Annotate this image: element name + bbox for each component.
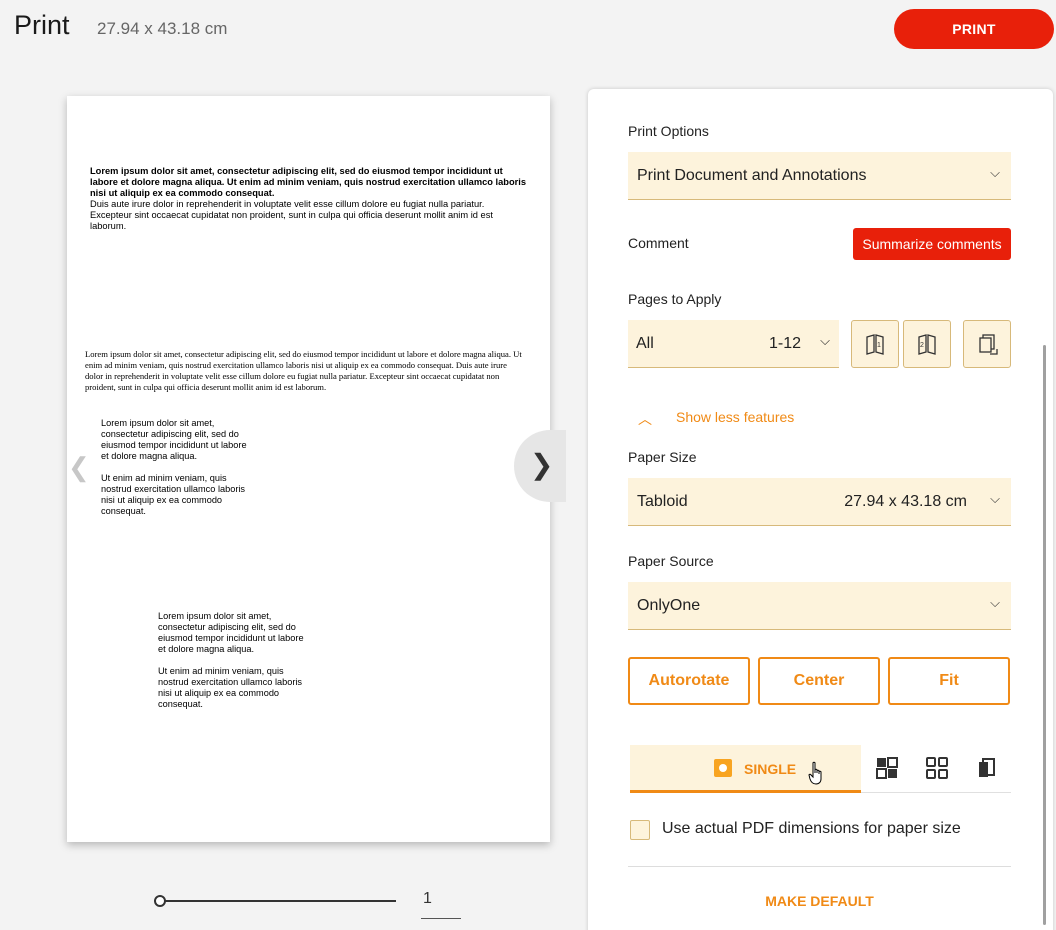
chevron-right-icon: ❯ (530, 449, 554, 480)
show-less-features-toggle[interactable]: ︿ Show less features (638, 409, 794, 429)
pages-to-apply-label: Pages to Apply (628, 291, 722, 307)
svg-text:1: 1 (877, 342, 881, 349)
comment-label: Comment (628, 235, 689, 251)
zoom-slider-track[interactable] (160, 900, 396, 902)
pages-value: All (636, 335, 654, 352)
tab-underline (861, 792, 1011, 793)
preview-column-paragraph: Ut enim ad minim veniam, quis nostrud ex… (101, 473, 246, 516)
reverse-pages-button[interactable] (963, 320, 1011, 368)
odd-pages-button[interactable]: 1 (851, 320, 899, 368)
paper-source-select[interactable]: OnlyOne ⌵ (628, 582, 1011, 630)
page-dimensions: 27.94 x 43.18 cm (97, 19, 228, 38)
chevron-down-icon: ⌵ (820, 333, 830, 348)
odd-pages-icon: 1 (866, 334, 884, 355)
preview-column-text: Lorem ipsum dolor sit amet, consectetur … (101, 418, 251, 528)
print-options-value: Print Document and Annotations (637, 167, 867, 184)
zoom-slider-handle[interactable] (154, 895, 166, 907)
svg-text:2: 2 (920, 342, 924, 349)
chevron-left-icon[interactable]: ❮ (68, 452, 90, 483)
actual-pdf-size-label: Use actual PDF dimensions for paper size (662, 820, 961, 837)
preview-column-paragraph: Lorem ipsum dolor sit amet, consectetur … (158, 611, 304, 654)
divider (628, 866, 1011, 867)
autorotate-button[interactable]: Autorotate (628, 657, 750, 705)
chevron-up-icon: ︿ (638, 411, 652, 427)
paper-size-label: Paper Size (628, 449, 697, 465)
panel-scrollbar[interactable] (1043, 345, 1046, 925)
paper-size-select[interactable]: Tabloid 27.94 x 43.18 cm ⌵ (628, 478, 1011, 526)
multiple-layout-icon[interactable] (926, 757, 948, 779)
single-layout-icon (714, 759, 732, 777)
preview-regular-text: Duis aute irure dolor in reprehenderit i… (90, 199, 493, 231)
paper-source-label: Paper Source (628, 553, 714, 569)
preview-column-text: Lorem ipsum dolor sit amet, consectetur … (158, 611, 308, 721)
print-button[interactable]: PRINT (894, 9, 1054, 49)
actual-pdf-size-checkbox[interactable] (630, 820, 650, 840)
pages-range: 1-12 (769, 335, 802, 352)
tab-single-layout[interactable]: SINGLE (630, 745, 861, 793)
page-number-input[interactable]: 1 (421, 890, 461, 919)
preview-text-block: Lorem ipsum dolor sit amet, consectetur … (90, 166, 528, 232)
pages-to-apply-select[interactable]: All 1-12 ⌵ (628, 320, 839, 368)
print-options-select[interactable]: Print Document and Annotations ⌵ (628, 152, 1011, 200)
center-button[interactable]: Center (758, 657, 880, 705)
chevron-down-icon: ⌵ (990, 491, 1000, 506)
preview-column-paragraph: Ut enim ad minim veniam, quis nostrud ex… (158, 666, 303, 709)
make-default-button[interactable]: MAKE DEFAULT (628, 893, 1011, 909)
fit-button[interactable]: Fit (888, 657, 1010, 705)
preview-serif-text: Lorem ipsum dolor sit amet, consectetur … (85, 349, 522, 392)
paper-size-value: Tabloid (637, 493, 688, 510)
chevron-down-icon: ⌵ (990, 165, 1000, 180)
hand-cursor-icon (808, 761, 822, 785)
even-pages-icon: 2 (918, 334, 936, 355)
paper-source-value: OnlyOne (637, 597, 701, 614)
summarize-comments-button[interactable]: Summarize comments (853, 228, 1011, 260)
preview-bold-text: Lorem ipsum dolor sit amet, consectetur … (90, 166, 527, 198)
reverse-pages-icon (979, 334, 998, 355)
page-title: Print (14, 10, 70, 40)
poster-layout-icon[interactable] (976, 757, 998, 779)
single-tab-label: SINGLE (744, 761, 797, 777)
even-pages-button[interactable]: 2 (903, 320, 951, 368)
paper-size-dims: 27.94 x 43.18 cm (844, 493, 967, 510)
show-less-label: Show less features (676, 409, 795, 425)
preview-column-paragraph: Lorem ipsum dolor sit amet, consectetur … (101, 418, 247, 461)
print-options-label: Print Options (628, 123, 709, 139)
print-preview-page: Lorem ipsum dolor sit amet, consectetur … (67, 96, 550, 842)
chevron-down-icon: ⌵ (990, 595, 1000, 610)
booklet-layout-icon[interactable] (876, 757, 898, 779)
